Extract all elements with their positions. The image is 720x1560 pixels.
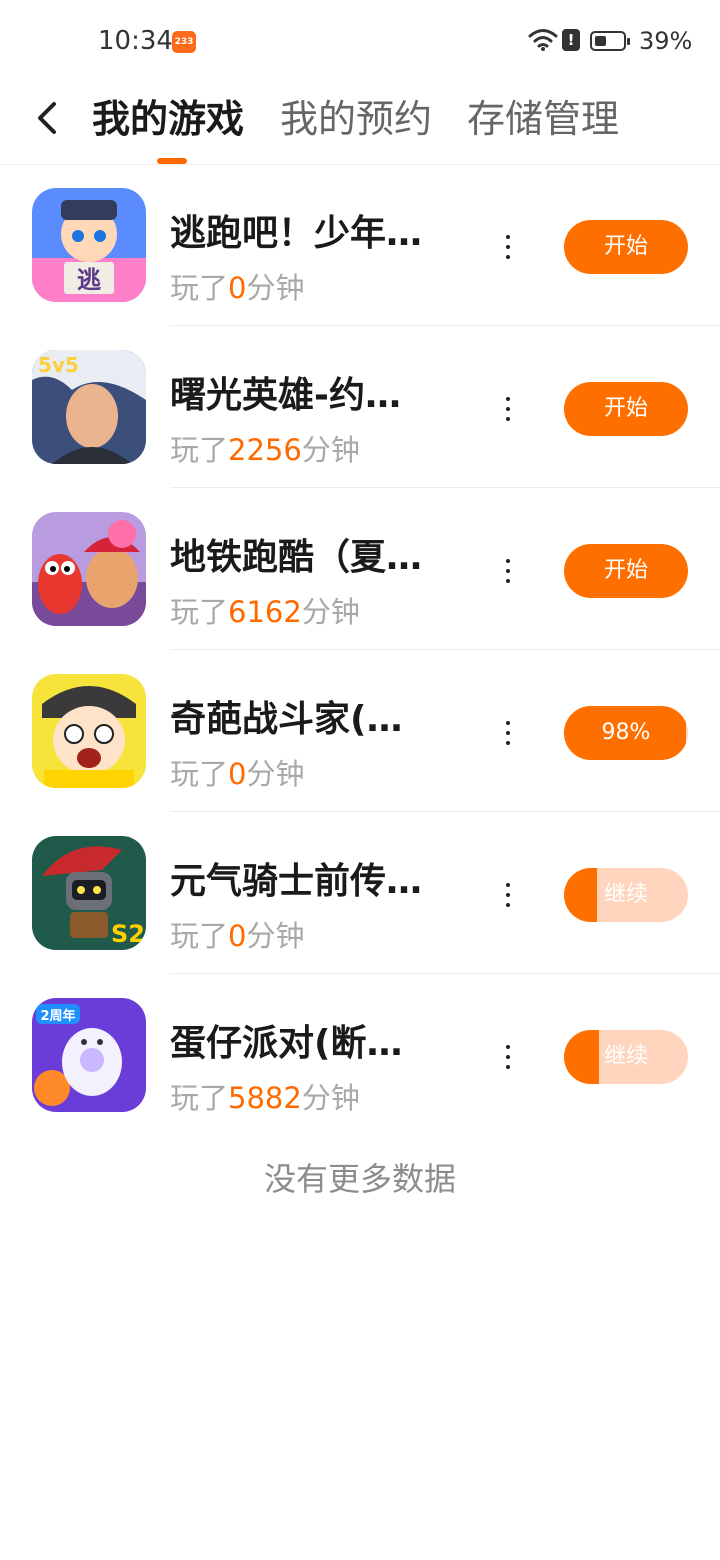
download-progress-button[interactable]: 98% — [564, 706, 688, 760]
play-time: 玩了0分钟 — [170, 757, 305, 791]
status-time: 10:34 — [98, 26, 173, 56]
more-options-icon[interactable] — [498, 880, 518, 910]
game-row[interactable]: 2周年 蛋仔派对(断… 玩了5882分钟 继续 — [0, 974, 720, 1136]
game-icon-subway-surfers[interactable] — [32, 512, 146, 626]
more-options-icon[interactable] — [498, 1042, 518, 1072]
more-options-icon[interactable] — [498, 556, 518, 586]
more-options-icon[interactable] — [498, 232, 518, 262]
game-row[interactable]: 逃 逃跑吧！少年… 玩了0分钟 开始 — [0, 164, 720, 326]
continue-button[interactable]: 继续 — [564, 1030, 688, 1084]
more-options-icon[interactable] — [498, 394, 518, 424]
game-icon-eggy-party[interactable]: 2周年 — [32, 998, 146, 1112]
play-time: 玩了0分钟 — [170, 271, 305, 305]
svg-text:5v5: 5v5 — [38, 353, 79, 377]
start-button[interactable]: 开始 — [564, 382, 688, 436]
game-title: 蛋仔派对(断… — [170, 1023, 403, 1064]
svg-text:S2: S2 — [111, 920, 145, 948]
progress-fill — [564, 868, 598, 922]
game-row[interactable]: 地铁跑酷（夏… 玩了6162分钟 开始 — [0, 488, 720, 650]
progress-fill — [564, 1030, 599, 1084]
tab-my-reservations[interactable]: 我的预约 — [280, 94, 432, 144]
tab-my-games[interactable]: 我的游戏 — [92, 94, 244, 144]
battery-level: 39% — [639, 27, 693, 55]
tab-storage-management[interactable]: 存储管理 — [467, 94, 619, 144]
back-icon[interactable] — [28, 98, 68, 138]
game-icon-soul-knight-prequel[interactable]: S2 — [32, 836, 146, 950]
game-icon-dawn-hero[interactable]: 5v5 — [32, 350, 146, 464]
wifi-icon — [528, 29, 558, 51]
app-badge-icon: 233 — [172, 31, 196, 53]
start-button[interactable]: 开始 — [564, 544, 688, 598]
header: 我的游戏 我的预约 存储管理 — [0, 84, 720, 165]
game-icon-weird-fighters[interactable] — [32, 674, 146, 788]
game-title: 逃跑吧！少年… — [170, 213, 423, 254]
no-more-data-text: 没有更多数据 — [263, 1160, 456, 1198]
game-row[interactable]: S2 元气骑士前传… 玩了0分钟 继续 — [0, 812, 720, 974]
game-row[interactable]: 5v5 曙光英雄-约… 玩了2256分钟 开始 — [0, 326, 720, 488]
play-time: 玩了6162分钟 — [170, 595, 360, 629]
status-bar: 10:34 233 ! 39% — [0, 0, 720, 84]
game-title: 地铁跑酷（夏… — [170, 537, 423, 578]
svg-text:逃: 逃 — [77, 266, 101, 294]
play-time: 玩了2256分钟 — [170, 433, 360, 467]
game-title: 奇葩战斗家(… — [170, 699, 403, 740]
play-time: 玩了5882分钟 — [170, 1081, 360, 1115]
game-title: 曙光英雄-约… — [170, 375, 401, 416]
game-list: 逃 逃跑吧！少年… 玩了0分钟 开始 5v5 曙光英雄-约… 玩了2256分钟 … — [0, 164, 720, 1136]
game-row[interactable]: 奇葩战斗家(… 玩了0分钟 98% — [0, 650, 720, 812]
start-button[interactable]: 开始 — [564, 220, 688, 274]
alert-icon: ! — [562, 29, 580, 51]
continue-button[interactable]: 继续 — [564, 868, 688, 922]
more-options-icon[interactable] — [498, 718, 518, 748]
svg-text:2周年: 2周年 — [40, 1008, 75, 1024]
game-title: 元气骑士前传… — [170, 861, 423, 902]
play-time: 玩了0分钟 — [170, 919, 305, 953]
game-icon-escape[interactable]: 逃 — [32, 188, 146, 302]
battery-icon — [590, 31, 630, 51]
